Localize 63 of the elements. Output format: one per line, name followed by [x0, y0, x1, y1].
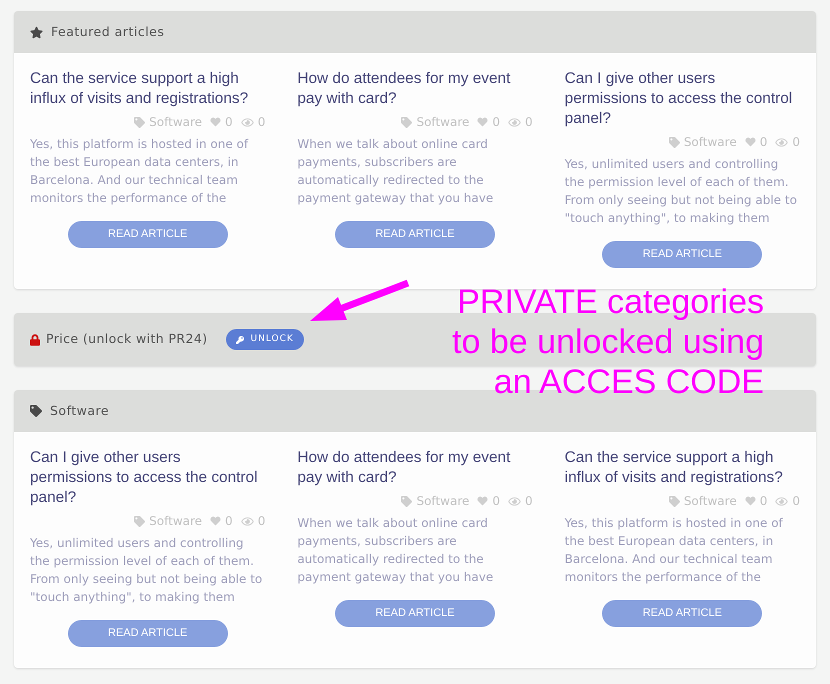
article-title: Can I give other users permissions to access the control panel?: [30, 448, 259, 508]
likes-count: 0: [225, 513, 233, 529]
views-count: 0: [258, 513, 266, 529]
likes-count: 0: [760, 134, 768, 150]
heart-icon: [744, 496, 756, 506]
article-excerpt: When we talk about online card payments, subscribers are automatically redirected to the payment gateway that you have: [297, 515, 494, 586]
likes-count: 0: [760, 493, 768, 509]
heart-icon: [744, 137, 756, 147]
section-title: Featured articles: [51, 22, 164, 41]
tag-icon: [30, 405, 42, 417]
star-icon: [30, 26, 43, 38]
article-excerpt: When we talk about online card payments, subscribers are automatically redirected to the payment gateway that you have: [297, 136, 494, 207]
likes-count: 0: [225, 114, 233, 130]
eye-icon: [508, 496, 522, 506]
eye-icon: [240, 516, 254, 526]
article-excerpt: Yes, this platform is hosted in one of the best European data centers, in Barcelona. And our technical team monitors the performance of the: [30, 136, 250, 207]
article-title: Can the service support a high influx of visits and registrations?: [30, 69, 250, 109]
unlock-button[interactable]: UNLOCK: [226, 329, 304, 350]
likes-count: 0: [492, 114, 500, 130]
key-icon: [236, 336, 244, 344]
article-title: How do attendees for my event pay with card?: [297, 69, 512, 109]
section-title: Price (unlock with PR24): [46, 330, 208, 348]
eye-icon: [240, 116, 254, 128]
read-article-button[interactable]: READ ARTICLE: [68, 620, 228, 647]
views-count: 0: [792, 134, 800, 150]
tag-icon: [134, 516, 146, 526]
article-title: Can I give other users permissions to access the control panel?: [564, 69, 794, 129]
likes-count: 0: [492, 493, 500, 509]
annotation-text: PRIVATE categories to be unlocked using an ACCES CODE: [452, 282, 764, 402]
tag-icon: [668, 496, 680, 506]
views-count: 0: [258, 114, 266, 130]
lock-icon: [30, 334, 40, 346]
eye-icon: [775, 136, 788, 148]
article-title: How do attendees for my event pay with card?: [297, 448, 512, 488]
section-title: Software: [50, 402, 110, 420]
category-label: Software: [149, 513, 202, 529]
views-count: 0: [525, 114, 533, 130]
tag-icon: [401, 116, 412, 128]
tag-icon: [401, 496, 412, 506]
category-label: Software: [416, 114, 470, 130]
read-article-button[interactable]: READ ARTICLE: [602, 600, 762, 627]
tag-icon: [668, 136, 680, 148]
eye-icon: [775, 496, 788, 506]
category-label: Software: [149, 114, 202, 130]
category-label: Software: [684, 134, 737, 150]
heart-icon: [477, 117, 488, 127]
category-label: Software: [684, 493, 737, 509]
read-article-button[interactable]: READ ARTICLE: [334, 600, 495, 627]
heart-icon: [210, 516, 222, 526]
tag-icon: [134, 116, 146, 128]
heart-icon: [210, 117, 222, 127]
eye-icon: [508, 116, 522, 128]
views-count: 0: [792, 493, 800, 509]
article-excerpt: Yes, unlimited users and controlling the permission level of each of them. From only seeing but not being able to "touch anything", to making them: [30, 535, 264, 606]
article-excerpt: Yes, this platform is hosted in one of the best European data centers, in Barcelona. And our technical team monitors the performance of the: [564, 515, 784, 586]
category-label: Software: [416, 493, 470, 509]
views-count: 0: [525, 493, 533, 509]
read-article-button[interactable]: READ ARTICLE: [68, 221, 228, 248]
read-article-button[interactable]: READ ARTICLE: [602, 241, 762, 268]
heart-icon: [477, 496, 488, 506]
article-excerpt: Yes, unlimited users and controlling the permission level of each of them. From only seeing but not being able to "touch anything", to making them: [564, 156, 798, 227]
read-article-button[interactable]: READ ARTICLE: [334, 221, 495, 248]
article-title: Can the service support a high influx of visits and registrations?: [564, 448, 784, 488]
